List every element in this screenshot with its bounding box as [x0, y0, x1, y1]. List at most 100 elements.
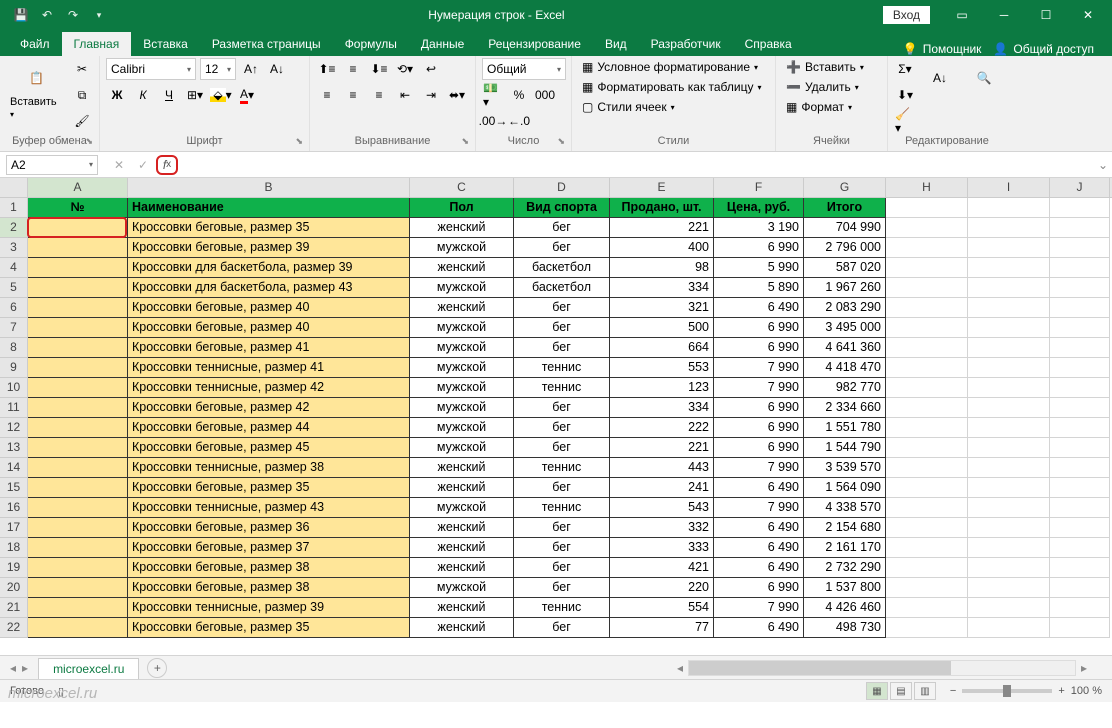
cell[interactable] [968, 378, 1050, 398]
minimize-icon[interactable]: ─ [984, 1, 1024, 29]
share-button[interactable]: 👤 Общий доступ [993, 42, 1094, 56]
cell[interactable]: мужской [410, 318, 514, 338]
cell[interactable]: Кроссовки теннисные, размер 38 [128, 458, 410, 478]
cell[interactable] [1050, 418, 1110, 438]
cell[interactable]: мужской [410, 278, 514, 298]
tab-главная[interactable]: Главная [62, 32, 132, 56]
format-as-table-button[interactable]: ▦Форматировать как таблицу▾ [578, 78, 766, 96]
merge-icon[interactable]: ⬌▾ [446, 84, 468, 106]
conditional-formatting-button[interactable]: ▦Условное форматирование▾ [578, 58, 762, 76]
cell[interactable] [1050, 278, 1110, 298]
cell[interactable]: Кроссовки беговые, размер 35 [128, 218, 410, 238]
cell[interactable]: мужской [410, 378, 514, 398]
cell[interactable]: 4 426 460 [804, 598, 886, 618]
cell[interactable] [1050, 438, 1110, 458]
font-name-combo[interactable]: Calibri▾ [106, 58, 196, 80]
cell[interactable] [1050, 578, 1110, 598]
cell[interactable]: Кроссовки теннисные, размер 42 [128, 378, 410, 398]
cell[interactable]: Кроссовки беговые, размер 39 [128, 238, 410, 258]
cell[interactable] [968, 498, 1050, 518]
clear-icon[interactable]: 🧹▾ [894, 110, 916, 132]
cell[interactable]: 1 537 800 [804, 578, 886, 598]
cell[interactable]: 333 [610, 538, 714, 558]
borders-icon[interactable]: ⊞▾ [184, 84, 206, 106]
cell[interactable]: бег [514, 298, 610, 318]
cell[interactable] [886, 358, 968, 378]
cell[interactable] [886, 278, 968, 298]
cell[interactable] [886, 258, 968, 278]
header-cell[interactable]: Продано, шт. [610, 198, 714, 218]
row-header-14[interactable]: 14 [0, 458, 28, 478]
tab-рецензирование[interactable]: Рецензирование [476, 32, 593, 56]
row-header-22[interactable]: 22 [0, 618, 28, 638]
name-box[interactable]: A2▾ [6, 155, 98, 175]
cell[interactable]: Кроссовки для баскетбола, размер 43 [128, 278, 410, 298]
zoom-control[interactable]: − + 100 % [950, 685, 1102, 697]
paste-button[interactable]: 📋 Вставить ▾ [6, 58, 67, 124]
cell[interactable]: бег [514, 478, 610, 498]
cell[interactable] [968, 298, 1050, 318]
cell[interactable]: 6 490 [714, 518, 804, 538]
formula-input[interactable] [182, 155, 1094, 175]
add-sheet-icon[interactable]: + [147, 658, 167, 678]
row-header-20[interactable]: 20 [0, 578, 28, 598]
cell[interactable]: женский [410, 518, 514, 538]
header-cell[interactable] [1050, 198, 1110, 218]
align-center-icon[interactable]: ≡ [342, 84, 364, 106]
cell[interactable]: мужской [410, 358, 514, 378]
maximize-icon[interactable]: ☐ [1026, 1, 1066, 29]
view-normal-icon[interactable]: ▦ [866, 682, 888, 700]
cell[interactable]: 332 [610, 518, 714, 538]
col-header-C[interactable]: C [410, 178, 514, 197]
view-page-break-icon[interactable]: ▥ [914, 682, 936, 700]
cell[interactable]: 6 990 [714, 438, 804, 458]
tab-вставка[interactable]: Вставка [131, 32, 200, 56]
cell[interactable] [28, 598, 128, 618]
cell[interactable] [28, 418, 128, 438]
cell[interactable]: бег [514, 418, 610, 438]
indent-decrease-icon[interactable]: ⇤ [394, 84, 416, 106]
cell[interactable]: 6 990 [714, 238, 804, 258]
cell[interactable]: 6 990 [714, 418, 804, 438]
cell[interactable]: 2 796 000 [804, 238, 886, 258]
cell[interactable]: 1 564 090 [804, 478, 886, 498]
cell[interactable]: 241 [610, 478, 714, 498]
cancel-formula-icon[interactable]: ✕ [108, 155, 130, 175]
indent-increase-icon[interactable]: ⇥ [420, 84, 442, 106]
bold-button[interactable]: Ж [106, 84, 128, 106]
cell[interactable]: Кроссовки беговые, размер 36 [128, 518, 410, 538]
cell[interactable]: 7 990 [714, 458, 804, 478]
sheet-tab[interactable]: microexcel.ru [38, 658, 139, 679]
grow-font-icon[interactable]: A↑ [240, 58, 262, 80]
cell[interactable]: женский [410, 458, 514, 478]
row-header-10[interactable]: 10 [0, 378, 28, 398]
scroll-left-icon[interactable]: ◂ [672, 661, 688, 675]
cell[interactable] [968, 418, 1050, 438]
cell[interactable] [886, 238, 968, 258]
header-cell[interactable]: № [28, 198, 128, 218]
cell[interactable]: Кроссовки беговые, размер 40 [128, 318, 410, 338]
cell[interactable] [1050, 378, 1110, 398]
cell[interactable] [968, 218, 1050, 238]
cell[interactable]: Кроссовки беговые, размер 38 [128, 558, 410, 578]
cell[interactable]: 220 [610, 578, 714, 598]
row-header-21[interactable]: 21 [0, 598, 28, 618]
cell[interactable] [28, 278, 128, 298]
zoom-thumb[interactable] [1003, 685, 1011, 697]
cell[interactable]: женский [410, 598, 514, 618]
cell[interactable]: 6 490 [714, 478, 804, 498]
thousands-icon[interactable]: 000 [534, 84, 556, 106]
cell[interactable]: 5 990 [714, 258, 804, 278]
currency-icon[interactable]: 💵▾ [482, 84, 504, 106]
cell[interactable]: Кроссовки беговые, размер 45 [128, 438, 410, 458]
cell[interactable]: 664 [610, 338, 714, 358]
cell[interactable]: 6 990 [714, 318, 804, 338]
cell[interactable]: мужской [410, 418, 514, 438]
cell[interactable]: женский [410, 298, 514, 318]
cell[interactable]: женский [410, 218, 514, 238]
cell[interactable] [968, 438, 1050, 458]
cell[interactable]: мужской [410, 238, 514, 258]
cell[interactable] [28, 438, 128, 458]
cell[interactable] [886, 578, 968, 598]
underline-button[interactable]: Ч [158, 84, 180, 106]
